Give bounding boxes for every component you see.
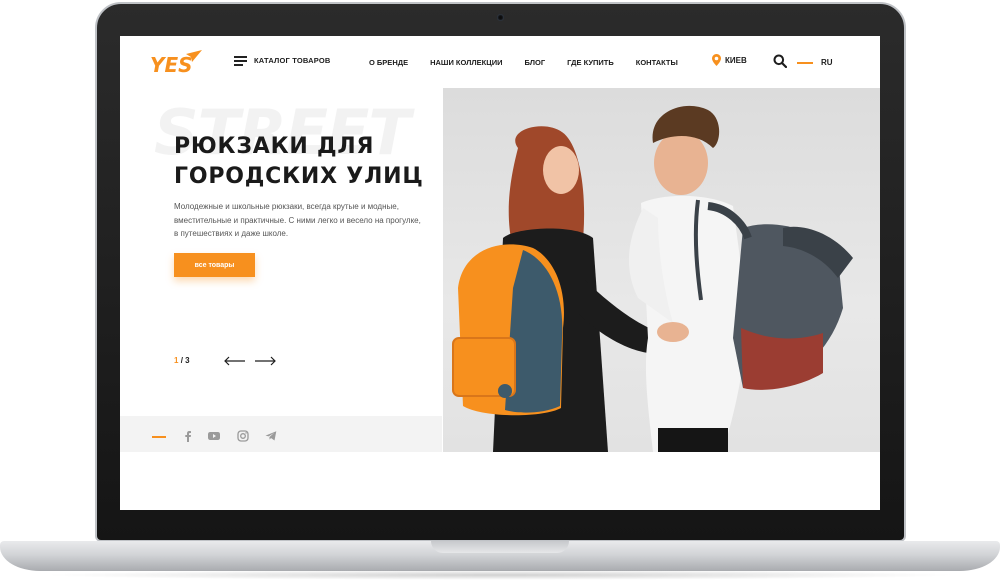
catalog-label: КАТАЛОГ ТОВАРОВ bbox=[254, 56, 331, 65]
svg-text:YES: YES bbox=[150, 53, 193, 76]
facebook-icon[interactable] bbox=[182, 430, 194, 442]
nav-collections[interactable]: НАШИ КОЛЛЕКЦИИ bbox=[430, 58, 502, 67]
laptop-notch bbox=[431, 541, 569, 553]
youtube-icon[interactable] bbox=[208, 430, 220, 442]
all-products-button[interactable]: все товары bbox=[174, 253, 255, 277]
social-bar bbox=[120, 416, 442, 452]
location-pin-icon bbox=[712, 54, 721, 66]
site-header: YES КАТАЛОГ ТОВАРОВ О БРЕНДЕ НАШИ КОЛЛЕК… bbox=[120, 36, 880, 88]
slide-counter: 1 / 3 bbox=[174, 356, 190, 365]
menu-icon bbox=[234, 56, 247, 66]
social-divider bbox=[152, 436, 166, 438]
instagram-icon[interactable] bbox=[237, 430, 249, 442]
hero-description: Молодежные и школьные рюкзаки, всегда кр… bbox=[174, 202, 421, 238]
arrow-left-icon[interactable] bbox=[224, 356, 246, 366]
slide-total: / 3 bbox=[180, 356, 190, 365]
language-switch[interactable]: RU bbox=[821, 58, 833, 67]
nav-where-to-buy[interactable]: ГДЕ КУПИТЬ bbox=[567, 58, 614, 67]
arrow-right-icon[interactable] bbox=[254, 356, 276, 366]
search-icon[interactable] bbox=[773, 54, 787, 68]
catalog-button[interactable]: КАТАЛОГ ТОВАРОВ bbox=[234, 56, 331, 66]
telegram-icon[interactable] bbox=[265, 430, 277, 442]
slide-current: 1 bbox=[174, 356, 179, 365]
hero-title: РЮКЗАКИ ДЛЯ ГОРОДСКИХ УЛИЦ bbox=[174, 134, 424, 189]
nav-about-brand[interactable]: О БРЕНДЕ bbox=[369, 58, 408, 67]
nav-contacts[interactable]: КОНТАКТЫ bbox=[636, 58, 678, 67]
hero-photo bbox=[443, 88, 880, 452]
webcam bbox=[497, 14, 504, 21]
city-label: КИЕВ bbox=[725, 55, 747, 65]
nav-blog[interactable]: БЛОГ bbox=[525, 58, 546, 67]
main-nav: О БРЕНДЕ НАШИ КОЛЛЕКЦИИ БЛОГ ГДЕ КУПИТЬ … bbox=[369, 58, 700, 67]
yes-logo[interactable]: YES bbox=[148, 48, 204, 76]
website-screen: YES КАТАЛОГ ТОВАРОВ О БРЕНДЕ НАШИ КОЛЛЕК… bbox=[120, 36, 880, 510]
lang-divider bbox=[797, 62, 813, 64]
laptop-shadow bbox=[40, 570, 960, 580]
city-selector[interactable]: КИЕВ bbox=[712, 54, 747, 66]
hero-photo-illustration bbox=[452, 105, 853, 452]
